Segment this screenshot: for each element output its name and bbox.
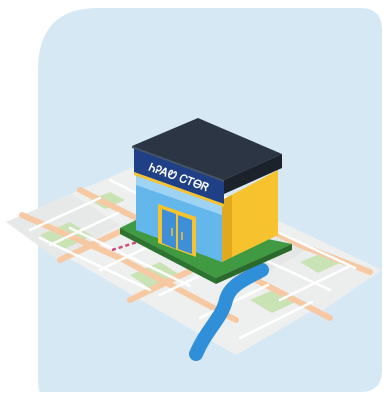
store-on-map-illustration: ᏂᎮᎪᏬ ᏟᎢᎾᏒ <box>6 8 382 392</box>
illustration-stage: ᏂᎮᎪᏬ ᏟᎢᎾᏒ <box>0 0 388 394</box>
